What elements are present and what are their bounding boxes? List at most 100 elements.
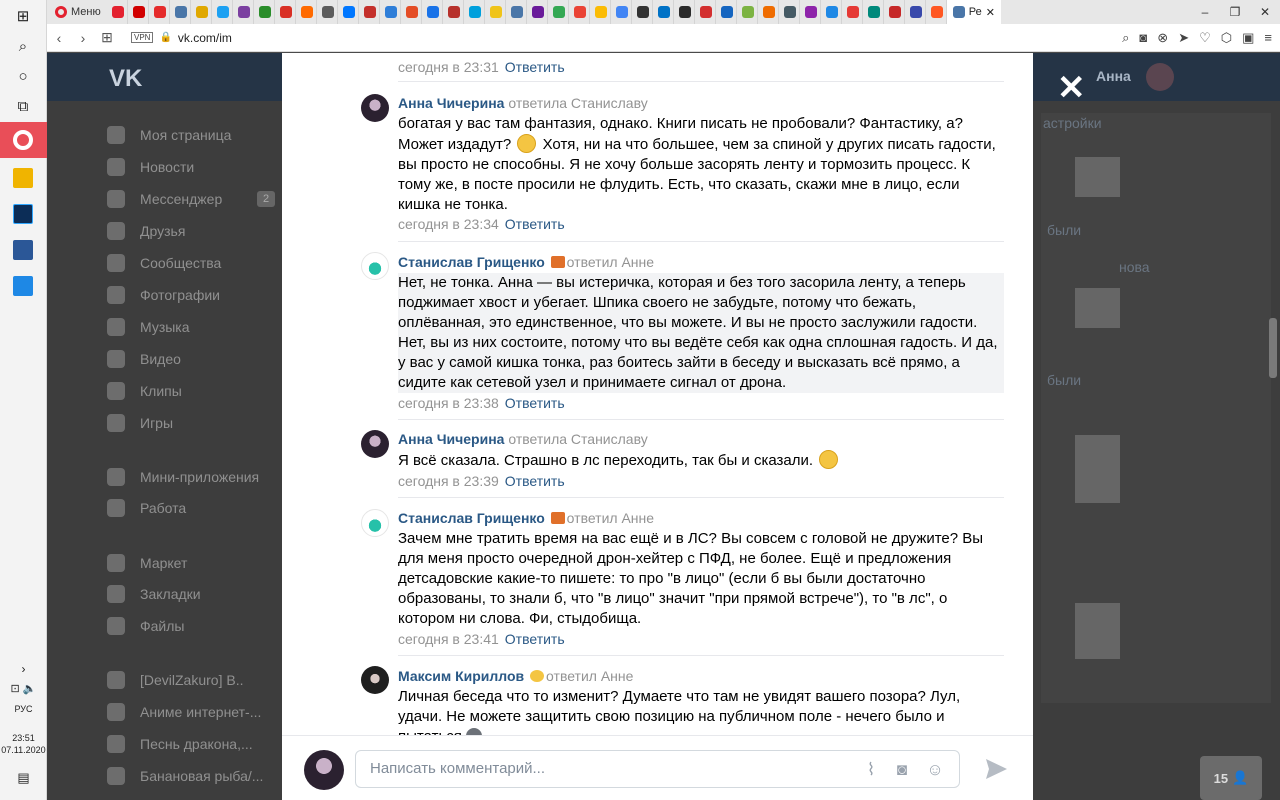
tab-favicon[interactable] xyxy=(676,0,695,24)
tab-favicon[interactable] xyxy=(235,0,254,24)
tab-favicon[interactable] xyxy=(487,0,506,24)
box-icon[interactable]: ⬡ xyxy=(1221,30,1232,46)
comment-field[interactable]: ⌇ ◙ ☺ xyxy=(355,750,960,788)
url-field[interactable]: vk.com/im xyxy=(178,31,232,45)
tab-favicon[interactable] xyxy=(907,0,926,24)
menu-item[interactable]: Фотографии xyxy=(107,283,297,307)
cortana-icon[interactable]: ○ xyxy=(6,62,40,90)
comment-input[interactable] xyxy=(370,760,840,777)
network-volume-icons[interactable]: ⊡ 🔈 xyxy=(0,682,47,695)
comment-author[interactable]: Анна Чичерина xyxy=(398,431,504,447)
emoji-picker-icon[interactable]: ☺ xyxy=(924,759,946,781)
reply-link[interactable]: Ответить xyxy=(505,395,565,411)
tab-favicon[interactable] xyxy=(697,0,716,24)
reply-link[interactable]: Ответить xyxy=(505,59,565,75)
avatar[interactable] xyxy=(304,750,344,790)
send-icon[interactable]: ➤ xyxy=(1178,30,1189,46)
heart-icon[interactable]: ♡ xyxy=(1199,30,1211,46)
tab-favicon[interactable] xyxy=(781,0,800,24)
menu-item[interactable]: Маркет xyxy=(107,551,297,575)
tab-active[interactable]: Ре ✕ xyxy=(946,0,1001,24)
lock-icon[interactable]: 🔒 xyxy=(159,32,171,43)
tab-favicon[interactable] xyxy=(529,0,548,24)
menu-item[interactable]: Видео xyxy=(107,347,297,371)
menu-item[interactable]: Клипы xyxy=(107,379,297,403)
tab-favicon[interactable] xyxy=(277,0,296,24)
comment-replied-to[interactable]: ответил Анне xyxy=(546,668,633,684)
close-icon[interactable]: ✕ xyxy=(1057,71,1086,105)
task-view-icon[interactable]: ⧉ xyxy=(6,92,40,120)
page-scrollbar[interactable] xyxy=(1269,318,1277,378)
tab-favicon[interactable] xyxy=(823,0,842,24)
reply-link[interactable]: Ответить xyxy=(505,216,565,232)
menu-item[interactable]: [DevilZakuro] В.. xyxy=(107,668,297,692)
comment-time[interactable]: сегодня в 23:31 xyxy=(398,59,499,75)
file-explorer-icon[interactable] xyxy=(13,168,33,188)
tab-favicon[interactable] xyxy=(886,0,905,24)
menu-item[interactable]: Мессенджер 2 xyxy=(107,187,297,211)
settings-icon[interactable]: ≡ xyxy=(1264,30,1272,46)
tab-favicon[interactable] xyxy=(718,0,737,24)
vk-user-name[interactable]: Анна xyxy=(1096,68,1131,84)
menu-item[interactable]: Файлы xyxy=(107,614,297,638)
back-icon[interactable]: ‹ xyxy=(47,30,71,46)
tab-favicon[interactable] xyxy=(193,0,212,24)
tab-favicon[interactable] xyxy=(550,0,569,24)
tab-favicon[interactable] xyxy=(865,0,884,24)
menu-item[interactable]: Сообщества xyxy=(107,251,297,275)
tab-favicon[interactable] xyxy=(130,0,149,24)
tab-favicon[interactable] xyxy=(382,0,401,24)
chevron-right-icon[interactable]: › xyxy=(0,662,47,676)
camera-icon[interactable]: ◙ xyxy=(1139,30,1147,46)
reply-link[interactable]: Ответить xyxy=(505,473,565,489)
tab-favicon[interactable] xyxy=(739,0,758,24)
windows-start-icon[interactable]: ⊞ xyxy=(6,2,40,30)
speed-dial-icon[interactable]: ⊞ xyxy=(95,29,119,46)
avatar[interactable] xyxy=(361,252,389,280)
tab-favicon[interactable] xyxy=(571,0,590,24)
tab-favicon[interactable] xyxy=(655,0,674,24)
settings-link[interactable]: астройки xyxy=(1043,115,1102,131)
word-icon[interactable] xyxy=(13,240,33,260)
tab-favicon[interactable] xyxy=(592,0,611,24)
close-window-button[interactable]: ✕ xyxy=(1250,0,1280,24)
search-icon[interactable]: ⌕ xyxy=(6,32,40,60)
tab-favicon[interactable] xyxy=(256,0,275,24)
comment-time[interactable]: сегодня в 23:41 xyxy=(398,631,499,647)
menu-item[interactable]: Моя страница xyxy=(107,123,297,147)
vpn-badge[interactable]: VPN xyxy=(131,32,154,43)
tab-favicon[interactable] xyxy=(361,0,380,24)
comment-replied-to[interactable]: ответил Анне xyxy=(567,254,654,270)
tab-favicon[interactable] xyxy=(424,0,443,24)
tab-favicon[interactable] xyxy=(172,0,191,24)
comment-replied-to[interactable]: ответил Анне xyxy=(567,510,654,526)
camera-icon[interactable]: ◙ xyxy=(891,759,913,781)
tab-favicon[interactable] xyxy=(466,0,485,24)
pin-icon[interactable]: ⊗ xyxy=(1157,30,1168,46)
forward-icon[interactable]: › xyxy=(71,30,95,46)
search-icon[interactable]: ⌕ xyxy=(1122,30,1129,46)
opera-menu-button[interactable]: Меню xyxy=(47,6,109,18)
tab-favicon[interactable] xyxy=(613,0,632,24)
menu-item[interactable]: Новости xyxy=(107,155,297,179)
tab-favicon[interactable] xyxy=(844,0,863,24)
tab-favicon[interactable] xyxy=(109,0,128,24)
avatar[interactable] xyxy=(361,94,389,122)
comment-author[interactable]: Станислав Грищенко xyxy=(398,510,545,526)
menu-item[interactable]: Музыка xyxy=(107,315,297,339)
comment-time[interactable]: сегодня в 23:34 xyxy=(398,216,499,232)
comment-author[interactable]: Станислав Грищенко xyxy=(398,254,545,270)
tab-favicon[interactable] xyxy=(340,0,359,24)
input-language[interactable]: РУС xyxy=(0,704,47,714)
menu-item[interactable]: Игры xyxy=(107,411,297,435)
photos-icon[interactable] xyxy=(13,276,33,296)
tab-favicon[interactable] xyxy=(802,0,821,24)
vk-logo[interactable]: VK xyxy=(109,65,142,93)
menu-item[interactable]: Мини-приложения xyxy=(107,465,297,489)
avatar[interactable] xyxy=(1146,63,1174,91)
comment-author[interactable]: Анна Чичерина xyxy=(398,95,504,111)
tab-favicon[interactable] xyxy=(445,0,464,24)
tab-favicon[interactable] xyxy=(298,0,317,24)
menu-item[interactable]: Друзья xyxy=(107,219,297,243)
menu-item[interactable]: Закладки xyxy=(107,582,297,606)
